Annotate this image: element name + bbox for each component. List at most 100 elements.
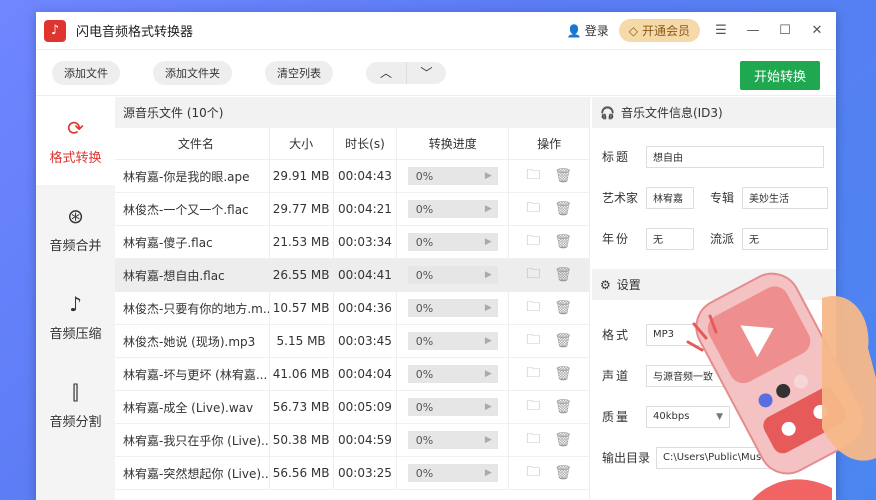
headphones-icon: 🎧 <box>600 105 615 120</box>
folder-icon[interactable]: 🗀 <box>526 164 540 188</box>
move-up-button[interactable]: ︿ <box>366 62 406 84</box>
table-row[interactable]: 林宥嘉-我只在乎你 (Live).... 50.38 MB 00:04:59 0% ▶ 🗀… <box>115 424 589 457</box>
file-name-cell: 林俊杰-她说 (现场).mp3 <box>115 325 270 357</box>
table-row[interactable]: 林宥嘉-你是我的眼.ape 29.91 MB 00:04:43 0% ▶ 🗀 🗑 <box>115 160 589 193</box>
login-button[interactable]: 👤 登录 <box>567 22 609 39</box>
move-down-button[interactable]: ﹀ <box>406 61 446 84</box>
play-icon[interactable]: ▶ <box>485 402 492 412</box>
clear-list-button[interactable]: 清空列表 <box>265 60 333 85</box>
title-field[interactable]: 想自由 <box>646 145 824 168</box>
file-name-cell: 林宥嘉-我只在乎你 (Live).... <box>115 424 270 456</box>
maximize-icon[interactable]: ☐ <box>774 23 796 38</box>
folder-icon[interactable]: 🗀 <box>526 428 540 452</box>
table-row[interactable]: 林宥嘉-想自由.flac 26.55 MB 00:04:41 0% ▶ 🗀 🗑 <box>115 259 589 292</box>
folder-icon[interactable]: 🗀 <box>526 362 540 386</box>
file-list: 源音乐文件 (10个) 文件名 大小 时长(s) 转换进度 操作 林宥嘉-你是我… <box>115 97 590 500</box>
folder-icon[interactable]: 🗀 <box>526 395 540 419</box>
table-row[interactable]: 林宥嘉-坏与更坏 (林宥嘉... 41.06 MB 00:04:04 0% ▶ 🗀 🗑 <box>115 358 589 391</box>
folder-icon[interactable]: 🗀 <box>526 329 540 353</box>
play-icon[interactable]: ▶ <box>485 171 492 181</box>
title-label: 标题 <box>602 150 631 164</box>
play-icon[interactable]: ▶ <box>485 270 492 280</box>
year-field[interactable]: 无 <box>646 227 694 250</box>
artist-label: 艺术家 <box>602 191 639 205</box>
play-icon[interactable]: ▶ <box>485 303 492 313</box>
trash-icon[interactable]: 🗑 <box>554 267 572 283</box>
column-headers: 文件名 大小 时长(s) 转换进度 操作 <box>115 128 589 160</box>
sidebar-item-audio-merge[interactable]: ⊛ 音频合并 <box>36 185 115 273</box>
genre-label: 流派 <box>710 232 735 246</box>
artist-field[interactable]: 林宥嘉 <box>646 186 694 209</box>
sidebar-item-audio-compress[interactable]: ♪ 音频压缩 <box>36 273 115 361</box>
trash-icon[interactable]: 🗑 <box>554 432 572 448</box>
file-rows: 林宥嘉-你是我的眼.ape 29.91 MB 00:04:43 0% ▶ 🗀 🗑 林俊杰-一个… <box>115 160 589 490</box>
folder-icon[interactable]: 🗀 <box>526 263 540 287</box>
actions-cell: 🗀 🗑 <box>509 226 589 258</box>
folder-icon[interactable]: 🗀 <box>526 230 540 254</box>
file-size-cell: 56.73 MB <box>270 391 334 423</box>
progress-bar: 0% ▶ <box>407 167 498 185</box>
table-row[interactable]: 林宥嘉-成全 (Live).wav 56.73 MB 00:05:09 0% ▶ 🗀 🗑 <box>115 391 589 424</box>
chevron-up-icon: ︿ <box>379 66 392 80</box>
album-field[interactable]: 美妙生活 <box>742 186 828 209</box>
genre-field[interactable]: 无 <box>742 227 828 250</box>
progress-text: 0% <box>415 301 434 315</box>
play-icon[interactable]: ▶ <box>485 237 492 247</box>
vip-button[interactable]: ◇ 开通会员 <box>618 19 700 42</box>
progress-cell: 0% ▶ <box>397 193 510 225</box>
table-row[interactable]: 林俊杰-只要有你的地方.m... 10.57 MB 00:04:36 0% ▶ 🗀 🗑 <box>115 292 589 325</box>
file-size-cell: 56.56 MB <box>270 457 334 489</box>
file-name-cell: 林俊杰-只要有你的地方.m... <box>115 292 270 324</box>
progress-bar: 0% ▶ <box>407 299 498 317</box>
sidebar-item-format-convert[interactable]: ⟳ 格式转换 <box>36 97 115 185</box>
quality-label: 质量 <box>602 410 631 424</box>
file-name-cell: 林宥嘉-突然想起你 (Live).... <box>115 457 270 489</box>
add-file-button[interactable]: 添加文件 <box>52 60 120 85</box>
minimize-icon[interactable]: — <box>742 23 764 38</box>
trash-icon[interactable]: 🗑 <box>554 234 572 250</box>
progress-text: 0% <box>415 169 434 183</box>
file-size-cell: 50.38 MB <box>270 424 334 456</box>
progress-cell: 0% ▶ <box>397 226 510 258</box>
folder-icon[interactable]: 🗀 <box>526 197 540 221</box>
table-row[interactable]: 林宥嘉-傻子.flac 21.53 MB 00:03:34 0% ▶ 🗀 🗑 <box>115 226 589 259</box>
file-size-cell: 41.06 MB <box>270 358 334 390</box>
channel-label: 声道 <box>602 369 631 383</box>
trash-icon[interactable]: 🗑 <box>554 333 572 349</box>
progress-bar: 0% ▶ <box>407 431 498 449</box>
format-label: 格式 <box>602 328 631 342</box>
close-icon[interactable]: ✕ <box>806 23 828 38</box>
artist-row: 艺术家 林宥嘉 专辑 美妙生活 <box>592 177 836 218</box>
title-row: 标题 想自由 <box>592 136 836 177</box>
play-icon[interactable]: ▶ <box>485 204 492 214</box>
start-convert-button[interactable]: 开始转换 <box>739 61 820 90</box>
app-title: 闪电音频格式转换器 <box>76 25 194 40</box>
trash-icon[interactable]: 🗑 <box>554 465 572 481</box>
play-icon[interactable]: ▶ <box>485 435 492 445</box>
progress-bar: 0% ▶ <box>407 464 498 482</box>
music-note-icon: ♪ <box>44 19 66 42</box>
trash-icon[interactable]: 🗑 <box>554 399 572 415</box>
play-icon[interactable]: ▶ <box>485 468 492 478</box>
table-row[interactable]: 林俊杰-她说 (现场).mp3 5.15 MB 00:03:45 0% ▶ 🗀 🗑 <box>115 325 589 358</box>
trash-icon[interactable]: 🗑 <box>554 366 572 382</box>
trash-icon[interactable]: 🗑 <box>554 201 572 217</box>
actions-cell: 🗀 🗑 <box>509 292 589 324</box>
chevron-down-icon: ﹀ <box>420 66 433 80</box>
folder-icon[interactable]: 🗀 <box>526 296 540 320</box>
menu-icon[interactable]: ☰ <box>710 23 732 38</box>
table-row[interactable]: 林宥嘉-突然想起你 (Live).... 56.56 MB 00:03:25 0% ▶ 🗀… <box>115 457 589 490</box>
play-icon[interactable]: ▶ <box>485 336 492 346</box>
folder-icon[interactable]: 🗀 <box>526 461 540 485</box>
column-actions: 操作 <box>537 137 562 151</box>
actions-cell: 🗀 🗑 <box>509 325 589 357</box>
trash-icon[interactable]: 🗑 <box>554 300 572 316</box>
sidebar-item-audio-split[interactable]: ⫿ 音频分割 <box>36 361 115 449</box>
progress-text: 0% <box>415 400 434 414</box>
table-row[interactable]: 林俊杰-一个又一个.flac 29.77 MB 00:04:21 0% ▶ 🗀 🗑 <box>115 193 589 226</box>
trash-icon[interactable]: 🗑 <box>554 168 572 184</box>
progress-cell: 0% ▶ <box>397 424 510 456</box>
add-folder-button[interactable]: 添加文件夹 <box>153 60 232 85</box>
play-icon[interactable]: ▶ <box>485 369 492 379</box>
split-icon: ⫿ <box>72 379 79 404</box>
